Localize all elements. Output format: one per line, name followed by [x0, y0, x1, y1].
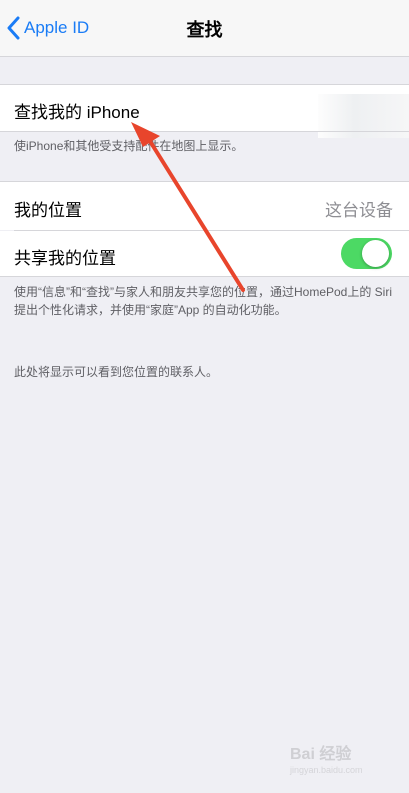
my-location-cell[interactable]: 我的位置 这台设备 — [0, 182, 409, 230]
page-title: 查找 — [186, 20, 223, 40]
separator — [0, 276, 409, 277]
find-my-iphone-label: 查找我的 iPhone — [14, 103, 140, 122]
share-location-footnote: 使用“信息”和“查找”与家人和朋友共享您的位置，通过HomePod上的 Siri… — [14, 285, 393, 317]
watermark-subtext: jingyan.baidu.com — [290, 765, 363, 775]
my-location-label: 我的位置 — [14, 201, 82, 220]
my-location-value: 这台设备 — [325, 201, 393, 220]
watermark-text: Bai 经验 — [290, 746, 352, 763]
contacts-footnote: 此处将显示可以看到您位置的联系人。 — [14, 365, 219, 379]
watermark: Bai 经验 jingyan.baidu.com — [290, 740, 400, 780]
separator — [0, 131, 409, 132]
share-location-toggle[interactable] — [341, 238, 392, 269]
share-location-label: 共享我的位置 — [14, 249, 116, 268]
find-my-footnote: 使iPhone和其他受支持配件在地图上显示。 — [14, 139, 244, 153]
navigation-bar: Apple ID 查找 — [0, 0, 409, 57]
toggle-knob — [362, 240, 389, 267]
